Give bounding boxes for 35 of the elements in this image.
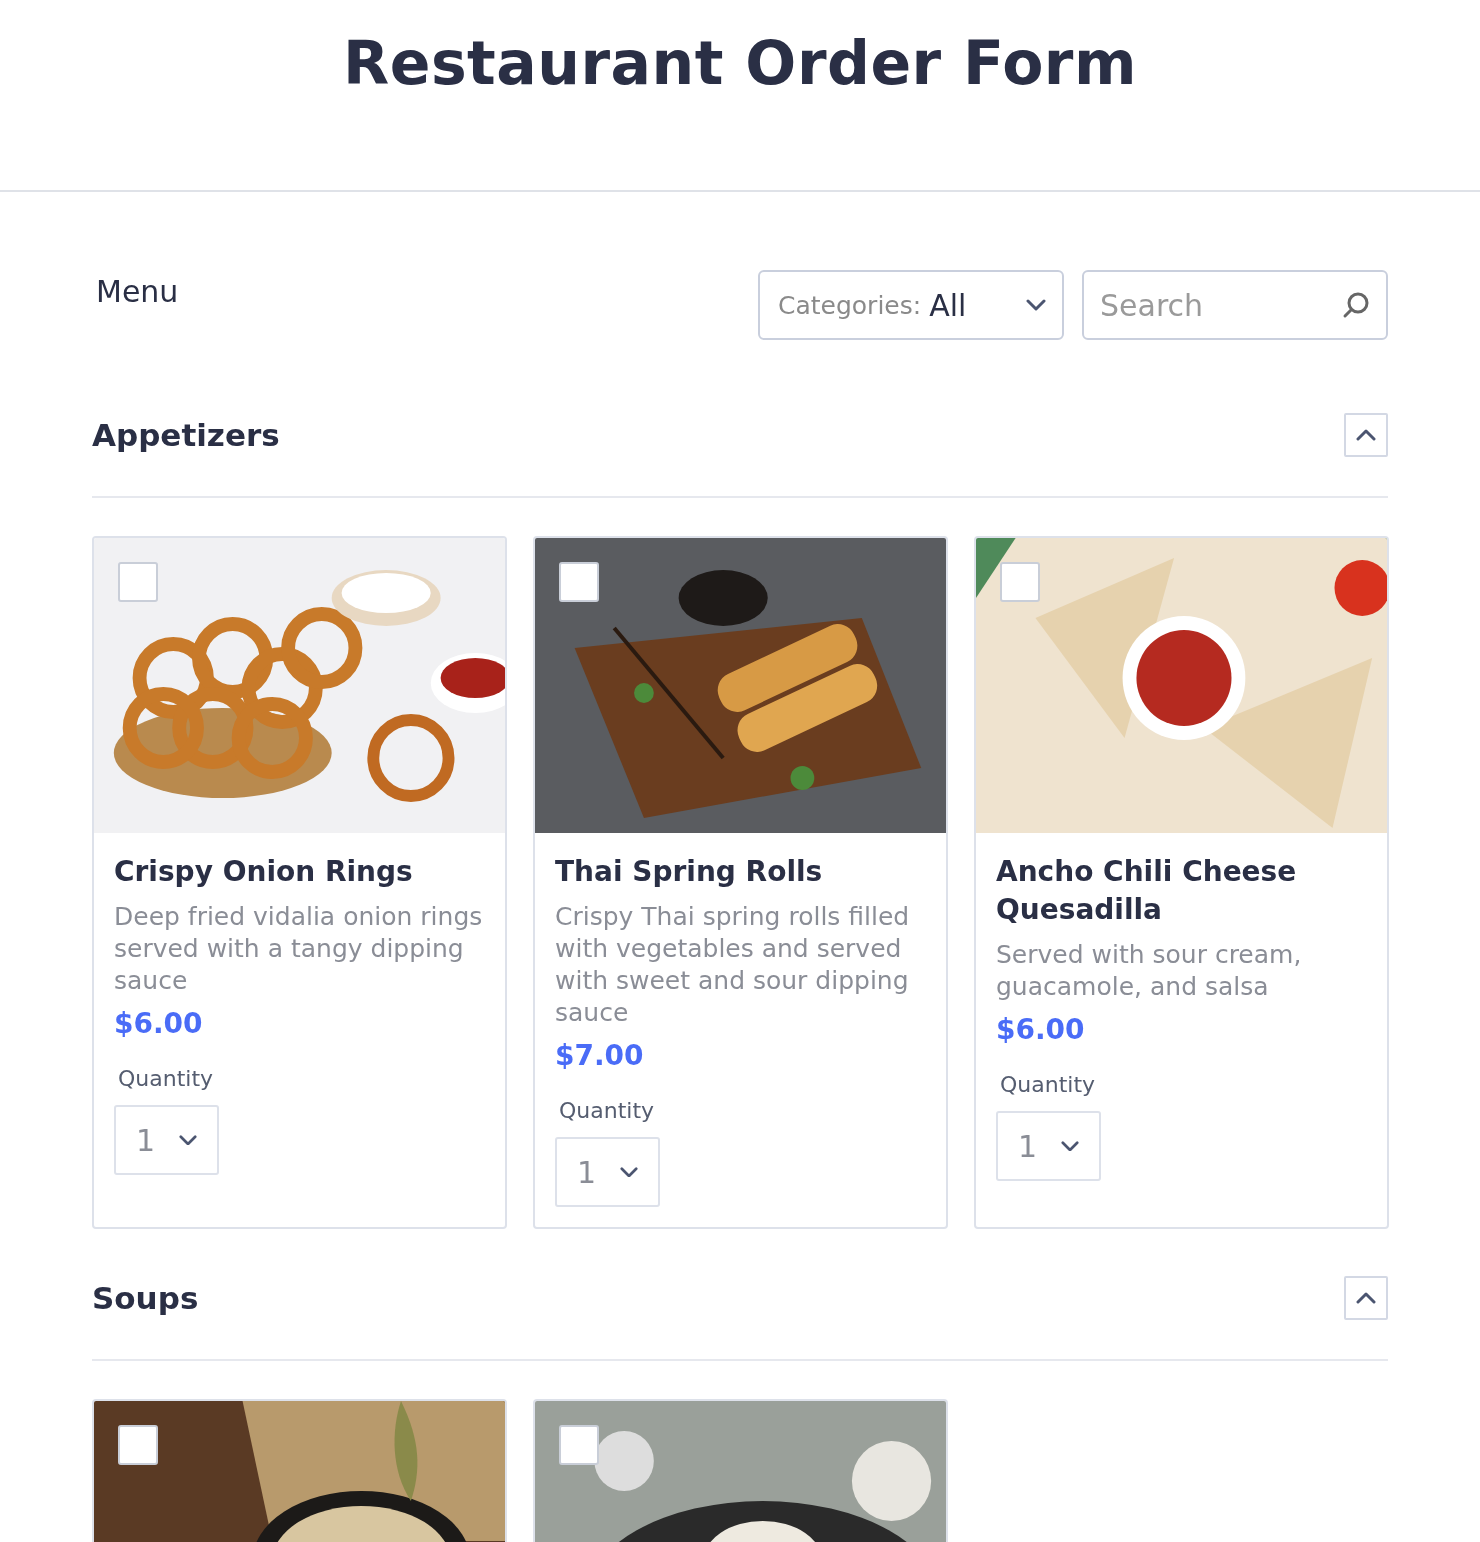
- item-description: Served with sour cream, guacamole, and salsa: [996, 939, 1303, 1003]
- chevron-down-icon: [1061, 1140, 1079, 1152]
- item-name: Thai Spring Rolls: [555, 854, 824, 890]
- chevron-up-icon: [1356, 1292, 1376, 1304]
- chevron-down-icon: [620, 1166, 638, 1178]
- item-checkbox[interactable]: [1000, 562, 1040, 602]
- page-title: Restaurant Order Form: [343, 28, 1137, 98]
- item-name: Crispy Onion Rings: [114, 854, 414, 890]
- quantity-label: Quantity: [1000, 1072, 1097, 1097]
- quantity-select[interactable]: 1: [114, 1105, 219, 1175]
- categories-select[interactable]: Categories: All: [758, 270, 1064, 340]
- search-field[interactable]: Search: [1082, 270, 1388, 340]
- quantity-select[interactable]: 1: [555, 1137, 660, 1207]
- collapse-button[interactable]: [1344, 1276, 1388, 1320]
- search-icon: [1342, 291, 1370, 319]
- item-checkbox[interactable]: [118, 1425, 158, 1465]
- item-name: Ancho Chili Cheese Quesadilla: [996, 854, 1298, 928]
- item-description: Deep fried vidalia onion rings served with a tangy dipping sauce: [114, 901, 484, 997]
- item-checkbox[interactable]: [559, 1425, 599, 1465]
- quantity-select[interactable]: 1: [996, 1111, 1101, 1181]
- quantity-label: Quantity: [559, 1098, 656, 1123]
- chevron-up-icon: [1356, 429, 1376, 441]
- menu-heading: Menu: [96, 274, 180, 309]
- quantity-label: Quantity: [118, 1066, 215, 1091]
- item-price: $7.00: [555, 1039, 645, 1072]
- section-heading: Appetizers: [92, 417, 280, 453]
- item-price: $6.00: [996, 1013, 1086, 1046]
- collapse-button[interactable]: [1344, 413, 1388, 457]
- item-checkbox[interactable]: [559, 562, 599, 602]
- chevron-down-icon: [179, 1134, 197, 1146]
- item-price: $6.00: [114, 1007, 204, 1040]
- chevron-down-icon: [1026, 299, 1046, 311]
- item-checkbox[interactable]: [118, 562, 158, 602]
- item-description: Crispy Thai spring rolls filled with vegetables and served with sweet and sour dipping sauce: [555, 901, 911, 1029]
- section-heading: Soups: [92, 1280, 199, 1316]
